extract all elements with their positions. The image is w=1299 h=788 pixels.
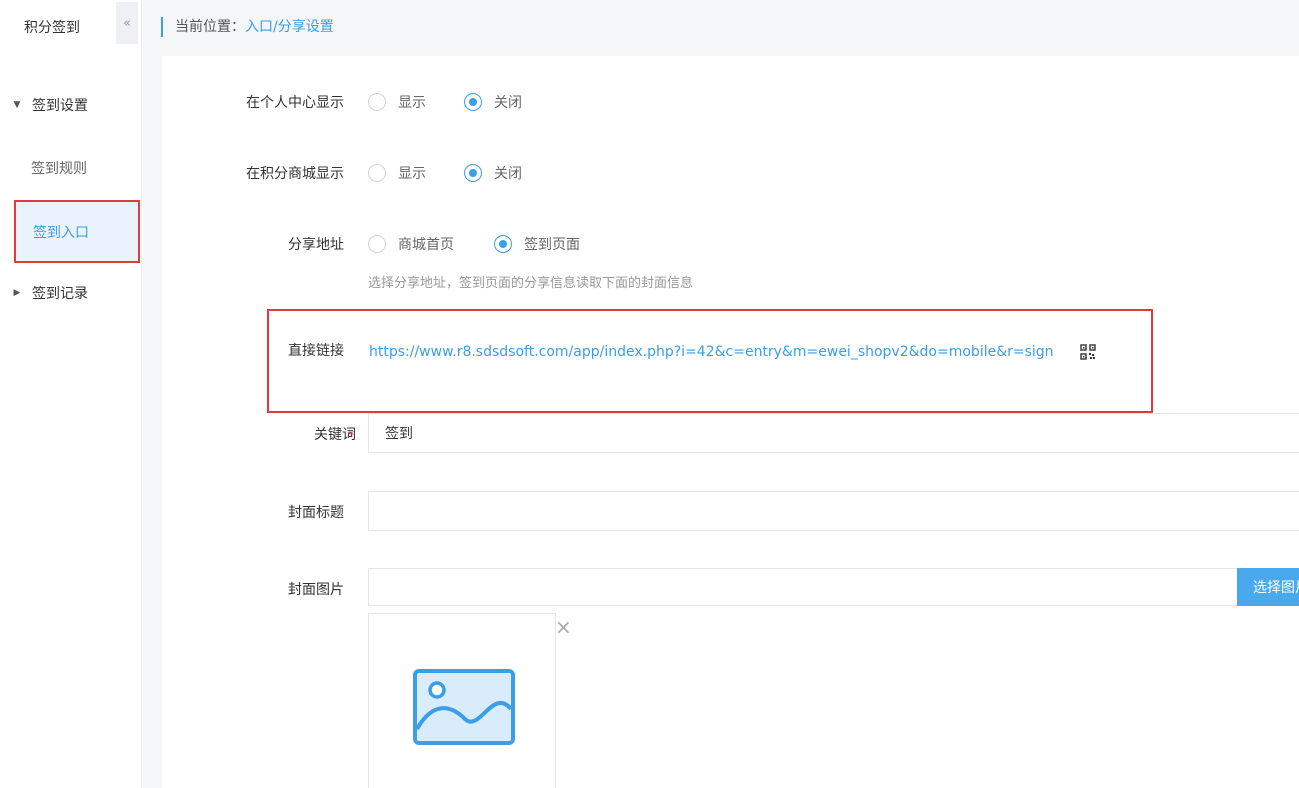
- menu-group-label: 签到设置: [32, 98, 88, 114]
- collapse-sidebar-button[interactable]: «: [116, 2, 138, 44]
- radio-circle: [368, 235, 386, 253]
- personal-center-hide-radio[interactable]: 关闭: [464, 92, 522, 112]
- required-mark: *: [348, 428, 354, 442]
- breadcrumb-path[interactable]: 入口/分享设置: [245, 19, 334, 35]
- topbar: 当前位置：入口/分享设置: [143, 0, 1299, 56]
- caret-down-icon: ▼: [13, 100, 21, 110]
- radio-label: 关闭: [494, 166, 522, 182]
- qrcode-icon[interactable]: [1080, 344, 1096, 360]
- cover-image-label: 封面图片: [288, 582, 344, 598]
- radio-circle: [368, 93, 386, 111]
- content-gutter: [143, 56, 162, 788]
- radio-label: 商城首页: [398, 237, 454, 253]
- radio-circle: [494, 235, 512, 253]
- sidebar-title: 积分签到: [24, 20, 80, 36]
- keyword-label: 关键词: [176, 424, 356, 444]
- share-address-mall-home-radio[interactable]: 商城首页: [368, 234, 454, 254]
- points-mall-label: 在积分商城显示: [246, 166, 344, 182]
- radio-label: 关闭: [494, 95, 522, 111]
- direct-link-label: 直接链接: [288, 343, 344, 359]
- cover-title-label: 封面标题: [288, 505, 344, 521]
- sidebar-item-label: 签到规则: [31, 161, 87, 177]
- sidebar-item-signin-rules[interactable]: 签到规则: [0, 148, 142, 188]
- cover-image-preview[interactable]: [368, 613, 556, 788]
- personal-center-show-radio[interactable]: 显示: [368, 92, 426, 112]
- radio-label: 显示: [398, 166, 426, 182]
- sidebar: 积分签到 « ▼ 签到设置 签到规则 签到入口 ▶ 签到记录: [0, 0, 142, 788]
- sidebar-item-signin-entry[interactable]: 签到入口: [14, 200, 140, 263]
- radio-label: 签到页面: [524, 237, 580, 253]
- points-mall-show-radio[interactable]: 显示: [368, 163, 426, 183]
- points-mall-hide-radio[interactable]: 关闭: [464, 163, 522, 183]
- caret-right-icon: ▶: [13, 288, 21, 298]
- sidebar-item-label: 签到入口: [33, 224, 89, 241]
- personal-center-label: 在个人中心显示: [246, 95, 344, 111]
- direct-link-highlight: [267, 309, 1153, 413]
- menu-group-signin-records[interactable]: ▶ 签到记录: [0, 273, 142, 313]
- cover-title-input[interactable]: [368, 491, 1299, 531]
- direct-link-url[interactable]: https://www.r8.sdsdsoft.com/app/index.ph…: [369, 344, 1054, 360]
- image-placeholder-icon: [413, 669, 515, 745]
- radio-circle: [368, 164, 386, 182]
- radio-label: 显示: [398, 95, 426, 111]
- share-address-label: 分享地址: [288, 237, 344, 253]
- sidebar-header: 积分签到 «: [0, 0, 142, 52]
- radio-circle: [464, 164, 482, 182]
- breadcrumb: 当前位置：入口/分享设置: [161, 17, 334, 37]
- share-address-signin-page-radio[interactable]: 签到页面: [494, 234, 580, 254]
- menu-group-label: 签到记录: [32, 286, 88, 302]
- breadcrumb-prefix: 当前位置：: [175, 19, 245, 35]
- share-address-help: 选择分享地址，签到页面的分享信息读取下面的封面信息: [368, 276, 694, 291]
- menu-group-signin-settings[interactable]: ▼ 签到设置: [0, 85, 142, 125]
- keyword-input[interactable]: [368, 413, 1299, 453]
- select-image-button[interactable]: 选择图片: [1237, 568, 1299, 606]
- cover-image-input[interactable]: [368, 568, 1238, 606]
- radio-circle: [464, 93, 482, 111]
- close-icon[interactable]: ×: [555, 617, 573, 637]
